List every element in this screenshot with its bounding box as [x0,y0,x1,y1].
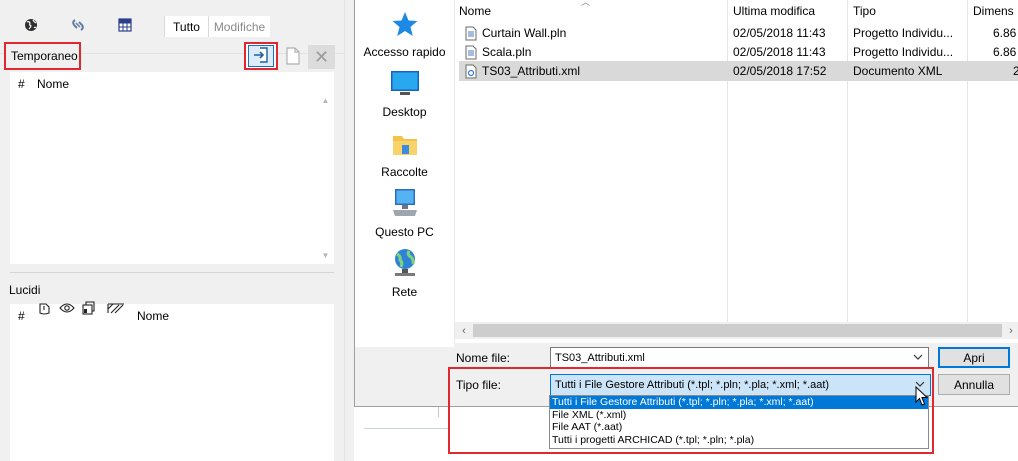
grid-icon [118,18,132,35]
file-row-selected[interactable]: TS03_Attributi.xml 02/05/2018 17:52 Docu… [459,61,1018,81]
filetype-dropdown-list[interactable]: Tutti i File Gestore Attributi (*.tpl; *… [549,395,929,449]
dropdown-option[interactable]: File AAT (*.aat) [550,421,928,434]
nav-this-pc[interactable]: Questo PC [355,188,454,239]
tab-all[interactable]: Tutto [164,16,208,37]
filename-label: Nome file: [456,351,511,365]
dropdown-option[interactable]: Tutti i progetti ARCHICAD (*.tpl; *.pln;… [550,434,928,447]
filetype-label: Tipo file: [456,378,501,392]
sort-up-icon: ︿ [581,0,591,7]
nav-desktop[interactable]: Desktop [355,70,454,119]
chevron-down-icon[interactable] [912,351,924,363]
desktop-icon [390,70,420,105]
file-list[interactable]: Nome ︿ Ultima modifica Tipo Dimens Curta… [454,0,1018,343]
open-button[interactable]: Apri [938,347,1010,368]
vertical-scrollbar[interactable]: ▲ ▼ [317,72,334,264]
dropdown-option[interactable]: Tutti i File Gestore Attributi (*.tpl; *… [550,396,928,409]
tab-changes[interactable]: Modifiche [208,16,270,37]
temporary-section-title: Temporaneo [4,42,81,70]
filetype-select[interactable]: Tutti i File Gestore Attributi (*.tpl; *… [550,374,931,396]
open-file-dialog: Accesso rapido Desktop Raccolte Questo P… [354,0,1018,407]
file-row[interactable]: Curtain Wall.pln 02/05/2018 11:43 Proget… [459,23,1018,43]
mouse-cursor-icon [915,385,929,409]
column-header-size[interactable]: Dimens [969,0,1018,22]
close-icon: ✕ [313,46,330,67]
lock-icon[interactable] [37,301,51,318]
xml-file-icon [465,61,481,81]
import-button[interactable] [244,42,278,70]
scrollbar-thumb[interactable] [473,324,1002,337]
globe-icon [24,18,38,35]
attribute-manager-panel: Tutto Modifiche Temporaneo ✕ # Nome ▲ ▼ … [0,0,344,461]
filename-value[interactable]: TS03_Attributi.xml [555,352,645,364]
pln-file-icon [465,42,481,62]
layers-section-title: Lucidi [9,283,41,297]
divider [10,272,334,273]
scroll-down-icon[interactable]: ▼ [320,250,331,261]
navigation-pane: Accesso rapido Desktop Raccolte Questo P… [355,0,454,347]
tab-grid[interactable] [113,16,137,37]
nav-network[interactable]: Rete [355,248,454,299]
layer-icon[interactable] [81,301,95,318]
network-icon [391,248,419,285]
column-header-name[interactable]: Nome ︿ [455,0,727,22]
nav-libraries[interactable]: Raccolte [355,130,454,179]
computer-icon [391,188,419,225]
divider [364,428,449,429]
column-name[interactable]: Nome [37,77,69,91]
column-number: # [18,77,25,91]
pln-file-icon [465,23,481,43]
column-header-modified[interactable]: Ultima modifica [729,0,847,22]
temporary-attribute-list[interactable]: # Nome ▲ ▼ [10,72,334,264]
panel-scrollbar[interactable] [344,0,354,461]
column-number: # [18,309,25,323]
delete-button[interactable]: ✕ [308,45,335,69]
scroll-left-icon[interactable]: ‹ [457,324,471,337]
library-icon [391,130,419,165]
column-header-type[interactable]: Tipo [849,0,967,22]
tab-globe[interactable] [18,16,44,37]
intersection-icon[interactable] [107,302,125,317]
cancel-button[interactable]: Annulla [938,374,1010,395]
column-name[interactable]: Nome [137,309,169,323]
eye-icon[interactable] [59,302,75,317]
import-icon [252,46,270,67]
link-icon [70,17,86,36]
filename-combobox[interactable]: TS03_Attributi.xml [550,347,929,368]
file-row[interactable]: Scala.pln 02/05/2018 11:43 Progetto Indi… [459,42,1018,62]
scroll-up-icon[interactable]: ▲ [320,95,331,106]
layers-list[interactable]: # Nome [10,301,334,461]
horizontal-scrollbar[interactable]: ‹ › [455,322,1018,339]
star-icon [391,10,419,45]
filetype-value: Tutti i File Gestore Attributi (*.tpl; *… [555,379,830,391]
tab-bar: Tutto Modifiche [0,16,344,54]
dropdown-option[interactable]: File XML (*.xml) [550,409,928,422]
scroll-right-icon[interactable]: › [1004,324,1018,337]
divider [438,407,439,417]
document-icon [285,46,301,68]
new-document-button[interactable] [280,46,306,68]
tab-links[interactable] [66,16,90,37]
nav-quick-access[interactable]: Accesso rapido [355,10,454,59]
